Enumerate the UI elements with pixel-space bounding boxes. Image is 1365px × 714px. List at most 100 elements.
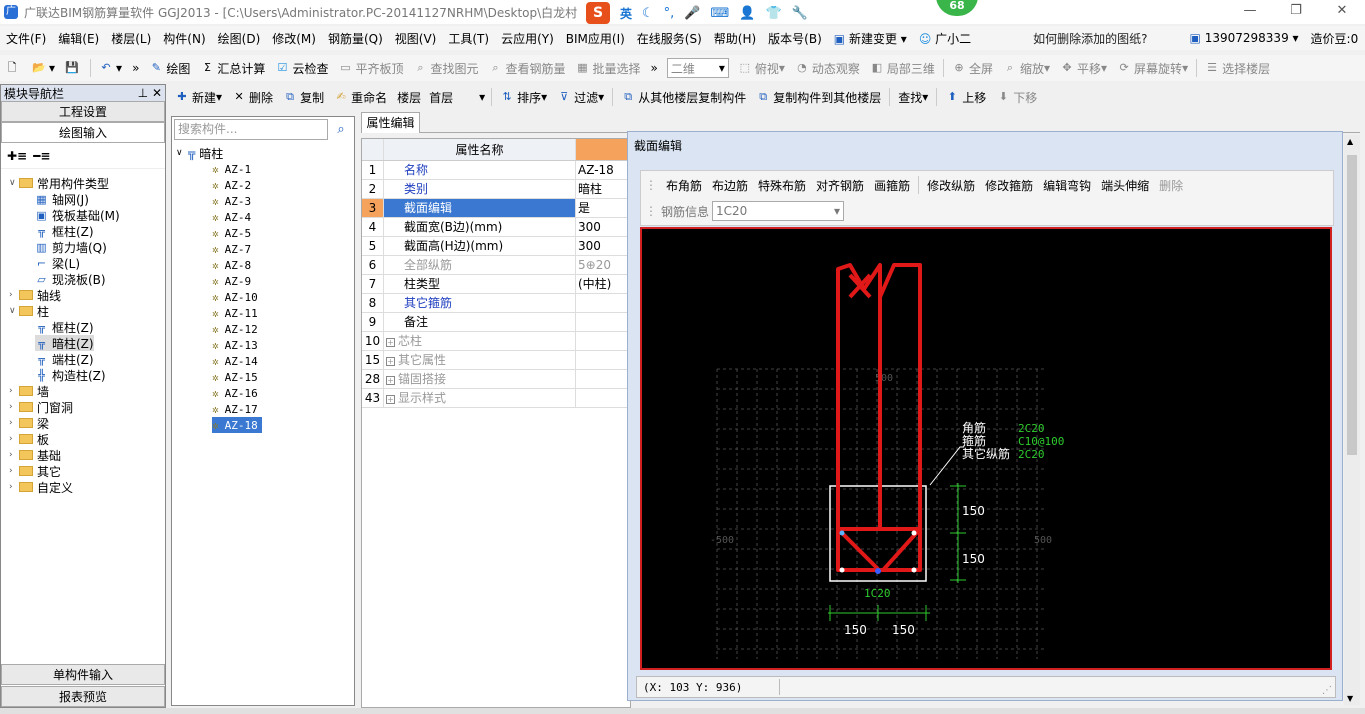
menu-view[interactable]: 视图(V)	[389, 30, 443, 47]
expand-chevron-icon[interactable]: ›	[9, 482, 19, 492]
draw-input-button[interactable]: 绘图输入	[1, 122, 165, 143]
ime-toolbar[interactable]: S 英 ☾ °, 🎤 ⌨ 👤 👕 🔧	[580, 2, 814, 24]
filter-button[interactable]: ⊽ 过滤 ▾	[552, 86, 609, 108]
moon-icon[interactable]: ☾	[642, 6, 654, 21]
section-tool-button[interactable]: 删除	[1154, 177, 1188, 194]
section-tool-button[interactable]: 布边筋	[707, 177, 753, 194]
local-3d-button[interactable]: ◧ 局部三维	[865, 57, 940, 79]
tab-property-edit[interactable]: 属性编辑	[361, 112, 420, 133]
nav-tree-item[interactable]: ∨ 常用构件类型	[9, 175, 109, 191]
nav-tree-item[interactable]: › 板	[9, 431, 49, 447]
new-change-button[interactable]: ▣ 新建变更 ▾	[828, 30, 913, 47]
view-rebar-button[interactable]: ⌕ 查看钢筋量	[483, 57, 570, 79]
menu-rebar[interactable]: 钢筋量(Q)	[322, 30, 389, 47]
component-list-item[interactable]: ✲ AZ-15	[212, 369, 262, 385]
expand-chevron-icon[interactable]: ›	[9, 290, 19, 300]
expand-chevron-icon[interactable]: ›	[9, 466, 19, 476]
property-row[interactable]: 8 其它箍筋	[362, 294, 632, 313]
component-list-item[interactable]: ✲ AZ-14	[212, 353, 262, 369]
nav-tree-item[interactable]: ▣ 筏板基础(M)	[35, 207, 119, 223]
component-list-item[interactable]: ✲ AZ-18	[212, 417, 262, 433]
menu-online[interactable]: 在线服务(S)	[631, 30, 708, 47]
find-element-button[interactable]: ⌕ 查找图元	[408, 57, 483, 79]
rebar-info-select[interactable]: 1C20 ▾	[712, 201, 845, 221]
account-button[interactable]: ▣ 13907298339 ▾	[1184, 31, 1305, 45]
property-row[interactable]: 3 截面编辑 是	[362, 199, 632, 218]
zoom-button[interactable]: ⌕ 缩放 ▾	[998, 57, 1055, 79]
property-value[interactable]: 是	[576, 199, 632, 217]
property-value[interactable]	[576, 351, 632, 369]
save-button[interactable]: 💾	[60, 57, 87, 79]
property-value[interactable]: 暗柱	[576, 180, 632, 198]
component-list-item[interactable]: ✲ AZ-13	[212, 337, 262, 353]
assistant-button[interactable]: ☺ 广小二	[913, 30, 977, 47]
project-settings-button[interactable]: 工程设置	[1, 101, 165, 122]
property-value[interactable]	[576, 389, 632, 407]
search-icon[interactable]: ⌕	[330, 119, 352, 140]
user-icon[interactable]: 👤	[739, 6, 755, 21]
restore-icon[interactable]: ❐	[1273, 0, 1319, 24]
property-row[interactable]: 4 截面宽(B边)(mm) 300	[362, 218, 632, 237]
new-component-button[interactable]: ✚ 新建 ▾	[170, 86, 227, 108]
component-list-item[interactable]: ✲ AZ-5	[212, 225, 255, 241]
expand-plus-icon[interactable]: +	[386, 357, 395, 366]
copy-component-button[interactable]: ⧉ 复制	[278, 86, 329, 108]
overflow-icon[interactable]: »	[127, 57, 144, 79]
nav-tree-item[interactable]: ∨ 柱	[9, 303, 49, 319]
nav-tree-item[interactable]: ╦ 框柱(Z)	[35, 319, 93, 335]
undo-button[interactable]: ↶ ▾	[94, 57, 127, 79]
expand-chevron-icon[interactable]: ›	[9, 386, 19, 396]
shirt-icon[interactable]: 👕	[765, 6, 781, 21]
sogou-icon[interactable]: S	[586, 2, 610, 24]
ime-mode[interactable]: 英	[620, 5, 632, 22]
help-question-link[interactable]: 如何删除添加的图纸?	[1027, 30, 1153, 47]
find-button[interactable]: 查找 ▾	[893, 86, 933, 108]
component-list-item[interactable]: ✲ AZ-10	[212, 289, 262, 305]
nav-tree-item[interactable]: ▱ 现浇板(B)	[35, 271, 105, 287]
property-value[interactable]	[576, 370, 632, 388]
expand-chevron-icon[interactable]: ›	[9, 418, 19, 428]
expand-chevron-icon[interactable]: ›	[9, 434, 19, 444]
menu-version[interactable]: 版本号(B)	[762, 30, 828, 47]
property-value[interactable]: (中柱)	[576, 275, 632, 293]
collapse-chevron-icon[interactable]: ∨	[176, 148, 188, 158]
collapse-chevron-icon[interactable]: ∨	[9, 178, 19, 188]
rebar-dot[interactable]	[839, 530, 845, 536]
close-icon[interactable]: ✕	[1319, 0, 1365, 24]
floor-select[interactable]: 首层 ▾	[426, 87, 488, 107]
property-row[interactable]: 15 + 其它属性	[362, 351, 632, 370]
select-floor-button[interactable]: ☰ 选择楼层	[1200, 57, 1275, 79]
property-row[interactable]: 43 + 显示样式	[362, 389, 632, 408]
bean-balance[interactable]: 造价豆:0	[1305, 30, 1365, 47]
draw-button[interactable]: ✎ 绘图	[144, 57, 195, 79]
copy-from-floor-button[interactable]: ⧉ 从其他楼层复制构件	[616, 86, 751, 108]
component-list-item[interactable]: ✲ AZ-8	[212, 257, 255, 273]
nav-tree-item[interactable]: › 其它	[9, 463, 61, 479]
nav-tree-item[interactable]: › 基础	[9, 447, 61, 463]
nav-tree-item[interactable]: ╦ 框柱(Z)	[35, 223, 93, 239]
property-value[interactable]: 300	[576, 237, 632, 255]
delete-component-button[interactable]: ✕ 删除	[227, 86, 278, 108]
component-list-item[interactable]: ✲ AZ-12	[212, 321, 262, 337]
menu-draw[interactable]: 绘图(D)	[212, 30, 267, 47]
stirrup-bottom[interactable]	[836, 527, 922, 572]
expand-plus-icon[interactable]: +	[386, 395, 395, 404]
dynamic-view-button[interactable]: ◔ 动态观察	[790, 57, 865, 79]
copy-to-floor-button[interactable]: ⧉ 复制构件到其他楼层	[751, 86, 886, 108]
property-value[interactable]: 300	[576, 218, 632, 236]
section-tool-button[interactable]: 修改纵筋	[922, 177, 980, 194]
menu-help[interactable]: 帮助(H)	[708, 30, 762, 47]
section-tool-button[interactable]: 端头伸缩	[1096, 177, 1154, 194]
batch-select-button[interactable]: ▦ 批量选择	[571, 57, 646, 79]
fullscreen-button[interactable]: ⊕ 全屏	[947, 57, 998, 79]
list-root[interactable]: ∨ ╦ 暗柱	[176, 145, 223, 161]
scroll-down-icon[interactable]: ▼	[1347, 694, 1353, 703]
rebar-dot[interactable]	[911, 530, 917, 536]
rename-button[interactable]: ✍ 重命名	[329, 86, 392, 108]
overflow-icon[interactable]: »	[646, 57, 663, 79]
close-icon[interactable]: ✕	[152, 86, 162, 100]
cloud-check-button[interactable]: ☑ 云检查	[270, 57, 333, 79]
nav-tree-item[interactable]: › 梁	[9, 415, 49, 431]
resize-grip-icon[interactable]: ⋰	[1322, 685, 1332, 696]
property-value[interactable]	[576, 294, 632, 312]
